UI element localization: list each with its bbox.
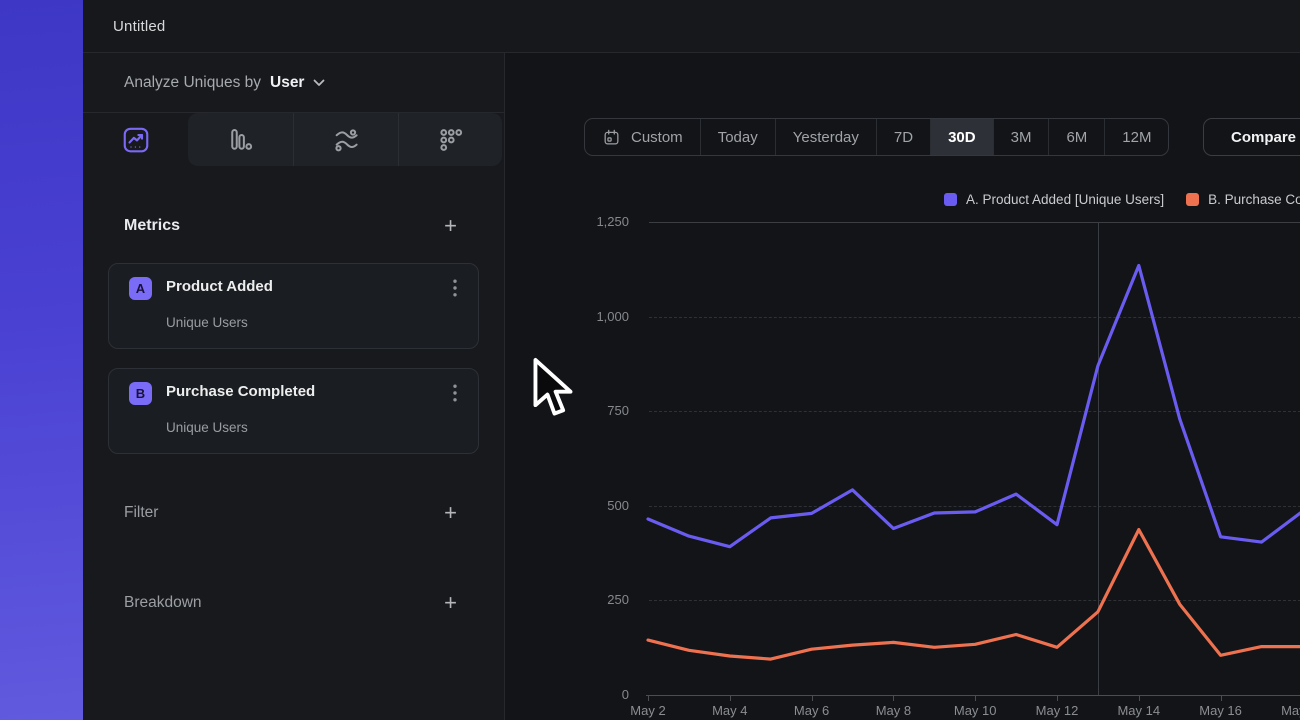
legend-swatch [944,193,957,206]
mouse-cursor [529,357,577,420]
filter-label: Filter [124,504,158,522]
metric-measure: Unique Users [166,420,248,435]
x-axis-tick-label: May 8 [861,703,925,718]
metric-card-purchase-completed[interactable]: B Purchase Completed Unique Users [108,368,479,454]
metric-name: Product Added [166,278,273,295]
x-axis-tick-label: May 14 [1107,703,1171,718]
x-axis-tick-label: May 2 [616,703,680,718]
bar-chart-icon [226,125,256,155]
x-axis-tick [1221,695,1222,701]
range-6m[interactable]: 6M [1049,119,1105,155]
line-chart-icon [121,125,151,155]
flow-chart-icon [331,125,361,155]
topbar: Untitled [83,0,1300,53]
y-axis-tick-label: 0 [545,687,629,703]
legend-item[interactable]: B. Purchase Completed [Unique Users] [1186,192,1300,207]
sidebar: Analyze Uniques by User [83,53,505,720]
add-metric-button[interactable]: + [444,216,457,236]
tab-line-chart[interactable] [83,113,188,166]
range-custom[interactable]: Custom [585,119,701,155]
tab-bar-chart[interactable] [188,113,293,166]
x-axis-tick [730,695,731,701]
range-3m[interactable]: 3M [994,119,1050,155]
date-range-group: CustomTodayYesterday7D30D3M6M12M [584,118,1169,156]
x-axis-line [646,695,1300,696]
y-axis-tick-label: 1,250 [545,214,629,230]
x-axis-tick-label: May 18 [1270,703,1300,718]
legend-swatch [1186,193,1199,206]
range-12m[interactable]: 12M [1105,119,1168,155]
range-today[interactable]: Today [701,119,776,155]
kebab-icon [453,279,457,297]
legend-label: B. Purchase Completed [Unique Users] [1208,192,1300,207]
line-series-plot[interactable] [648,222,1300,695]
tab-flow-chart[interactable] [293,113,398,166]
app-panel: Untitled Analyze Uniques by User [83,0,1300,720]
x-axis-tick [975,695,976,701]
y-axis-tick-label: 1,000 [545,309,629,325]
y-axis-tick-label: 250 [545,592,629,608]
series-line-A[interactable] [648,266,1300,547]
tab-dot-grid[interactable] [398,113,503,166]
kebab-icon [453,384,457,402]
x-axis-tick [1057,695,1058,701]
background-gradient-strip [0,0,83,720]
x-axis-tick-label: May 4 [698,703,762,718]
x-axis-tick [812,695,813,701]
y-axis-tick-label: 500 [545,498,629,514]
analyze-row: Analyze Uniques by User [83,53,504,113]
metrics-title: Metrics [124,217,180,235]
metrics-header: Metrics + [124,213,457,239]
filter-section: Filter + [124,498,457,528]
x-axis-tick-label: May 12 [1025,703,1089,718]
analyze-label: Analyze Uniques by [124,74,261,92]
x-axis-tick [1139,695,1140,701]
metric-card-product-added[interactable]: A Product Added Unique Users [108,263,479,349]
legend-label: A. Product Added [Unique Users] [966,192,1164,207]
calendar-icon [602,128,621,147]
series-line-B[interactable] [648,530,1300,660]
metric-badge-b: B [129,382,152,405]
chart-legend: A. Product Added [Unique Users] B. Purcha… [944,189,1300,209]
x-axis-tick-label: May 6 [780,703,844,718]
metric-badge-a: A [129,277,152,300]
range-30d[interactable]: 30D [931,119,994,155]
x-axis-tick-label: May 10 [943,703,1007,718]
metric-menu-button[interactable] [444,276,466,300]
x-axis-tick-label: May 16 [1189,703,1253,718]
breakdown-label: Breakdown [124,594,202,612]
chart-panel: CustomTodayYesterday7D30D3M6M12M Compare… [505,53,1300,720]
range-yesterday[interactable]: Yesterday [776,119,877,155]
chevron-down-icon[interactable] [313,79,325,87]
app-window: Untitled Analyze Uniques by User [0,0,1300,720]
report-title[interactable]: Untitled [113,18,165,35]
analyze-value-dropdown[interactable]: User [270,74,304,92]
x-axis-tick [648,695,649,701]
x-axis-tick [893,695,894,701]
metric-name: Purchase Completed [166,383,315,400]
add-breakdown-button[interactable]: + [444,593,457,613]
breakdown-section: Breakdown + [124,588,457,618]
chart-type-tabs [83,113,504,167]
dot-grid-icon [436,125,466,155]
metric-measure: Unique Users [166,315,248,330]
range-7d[interactable]: 7D [877,119,931,155]
legend-item[interactable]: A. Product Added [Unique Users] [944,192,1164,207]
metric-menu-button[interactable] [444,381,466,405]
add-filter-button[interactable]: + [444,503,457,523]
compare-button[interactable]: Compare [1203,118,1300,156]
